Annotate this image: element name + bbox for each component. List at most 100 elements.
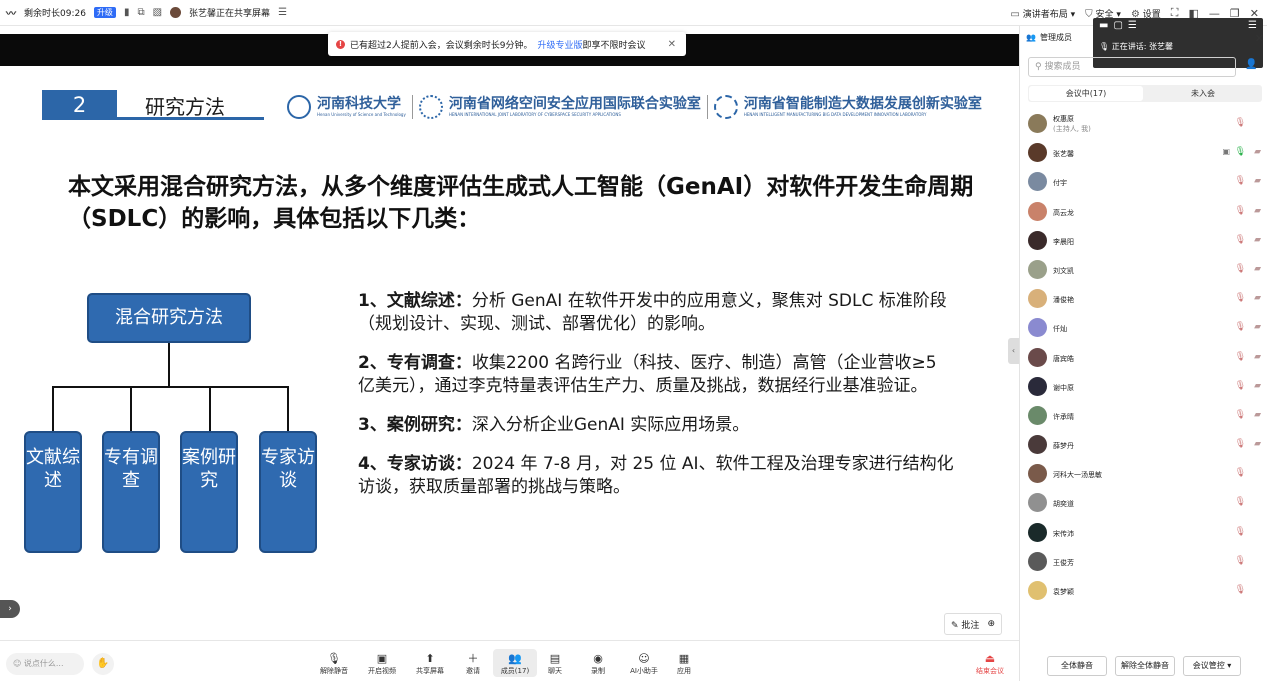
member-row[interactable]: 潘俊艳 🎙 ▰ xyxy=(1020,285,1267,314)
mic-off-icon[interactable]: 🎙 xyxy=(1235,176,1246,186)
mic-off-icon[interactable]: 🎙 xyxy=(1235,381,1246,391)
logo-bigdata-lab: 河南省智能制造大数据发展创新实验室 HENAN INTELLIGENT MANU… xyxy=(744,96,982,117)
close-panel-icon[interactable]: ✕ xyxy=(1255,32,1264,45)
hide-toolbar-icon[interactable]: ▧ xyxy=(153,7,162,18)
member-name: 权惠原 (主持人, 我) xyxy=(1053,114,1091,134)
mic-off-icon[interactable]: 🎙 xyxy=(1235,410,1246,420)
more-icon[interactable]: ☰ xyxy=(1248,20,1257,31)
member-row[interactable]: 刘文凯 🎙 ▰ xyxy=(1020,256,1267,285)
apps-button[interactable]: ▦ 应用 xyxy=(662,652,706,676)
member-row[interactable]: 胡奕道 🎙 xyxy=(1020,489,1267,518)
signal-icon[interactable]: ▮ xyxy=(124,7,130,18)
video-off-icon[interactable]: ▰ xyxy=(1254,293,1261,303)
video-off-icon[interactable]: ▰ xyxy=(1254,322,1261,332)
video-off-icon[interactable]: ▰ xyxy=(1254,206,1261,216)
method-item: 1、文献综述：分析 GenAI 在软件开发中的应用意义，聚焦对 SDLC 标准阶… xyxy=(358,290,958,336)
member-name-text: 潘俊艳 xyxy=(1053,296,1074,305)
video-off-icon[interactable]: ▰ xyxy=(1254,235,1261,245)
member-row[interactable]: 付宇 🎙 ▰ xyxy=(1020,168,1267,197)
member-row[interactable]: 李晨阳 🎙 ▰ xyxy=(1020,227,1267,256)
mic-off-icon[interactable]: 🎙 xyxy=(1235,556,1246,566)
video-off-icon[interactable]: ▰ xyxy=(1254,410,1261,420)
share-screen-button[interactable]: ⬆ 共享屏幕 xyxy=(408,652,452,676)
member-row[interactable]: 唐宾皓 🎙 ▰ xyxy=(1020,344,1267,373)
member-row[interactable]: 薛梦丹 🎙 ▰ xyxy=(1020,431,1267,460)
popout-icon[interactable]: ⧉ xyxy=(137,7,144,18)
member-row[interactable]: 仟灿 🎙 ▰ xyxy=(1020,314,1267,343)
mic-off-icon[interactable]: 🎙 xyxy=(1235,439,1246,449)
mic-on-icon[interactable]: 🎙 xyxy=(1235,147,1246,157)
upgrade-button[interactable]: 升级 xyxy=(93,7,116,18)
video-off-icon[interactable]: ▰ xyxy=(1254,439,1261,449)
member-search-input[interactable]: ⚲ 搜索成员 xyxy=(1028,57,1236,77)
mic-off-icon[interactable]: 🎙 xyxy=(1235,322,1246,332)
menu-icon[interactable]: ☰ xyxy=(278,7,287,18)
member-row[interactable]: 宋传沛 🎙 xyxy=(1020,519,1267,548)
zoom-icon[interactable]: ⊕ xyxy=(987,619,995,629)
member-row[interactable]: 河科大一汤思敏 🎙 xyxy=(1020,460,1267,489)
unmute-button[interactable]: 🎙 解除静音 xyxy=(312,652,356,676)
video-off-icon[interactable]: ▰ xyxy=(1254,352,1261,362)
avatar xyxy=(1028,114,1047,133)
mic-off-icon[interactable]: 🎙 xyxy=(1235,468,1246,478)
member-name: 许承晴 xyxy=(1053,412,1074,422)
apps-icon: ▦ xyxy=(678,652,690,665)
member-row[interactable]: 谢中原 🎙 ▰ xyxy=(1020,373,1267,402)
tab-in-meeting[interactable]: 会议中(17) xyxy=(1029,86,1143,101)
collapse-panel-handle[interactable]: ‹ xyxy=(1008,338,1019,364)
layout-menu[interactable]: ▭ 演讲者布局 ▾ xyxy=(1010,7,1075,20)
close-icon[interactable]: ✕ xyxy=(668,39,676,50)
share-screen-icon: ⬆ xyxy=(425,652,435,665)
unmute-label: 解除静音 xyxy=(320,667,348,675)
panel-title-text: 管理成员 xyxy=(1039,33,1072,42)
end-meeting-button[interactable]: ⏏ 结束会议 xyxy=(968,652,1012,676)
members-icon: 👥 xyxy=(1026,33,1036,42)
member-name-text: 宋传沛 xyxy=(1053,529,1074,538)
member-row[interactable]: 权惠原 (主持人, 我) 🎙 xyxy=(1020,110,1267,139)
mic-off-icon[interactable]: 🎙 xyxy=(1235,585,1246,595)
video-off-icon[interactable]: ▰ xyxy=(1254,176,1261,186)
mic-off-icon[interactable]: 🎙 xyxy=(1235,264,1246,274)
mic-off-icon[interactable]: 🎙 xyxy=(1235,352,1246,362)
start-video-button[interactable]: ▣ 开启视频 xyxy=(360,652,404,676)
video-off-icon[interactable]: ▰ xyxy=(1254,147,1261,157)
upgrade-link[interactable]: 升级专业版 xyxy=(537,41,582,51)
annotate-button[interactable]: ✎ 批注 xyxy=(951,618,979,631)
mic-off-icon[interactable]: 🎙 xyxy=(1235,527,1246,537)
members-button[interactable]: 👥 成员(17) xyxy=(493,649,537,677)
video-off-icon: ▣ xyxy=(376,652,388,665)
unmute-all-button[interactable]: 解除全体静音 xyxy=(1115,656,1175,676)
layout-label: 演讲者布局 xyxy=(1022,9,1068,20)
mic-off-icon[interactable]: 🎙 xyxy=(1235,293,1246,303)
record-button[interactable]: ◉ 录制 xyxy=(576,652,620,676)
member-row[interactable]: 王俊芳 🎙 xyxy=(1020,548,1267,577)
mic-off-icon[interactable]: 🎙 xyxy=(1235,118,1246,128)
member-name: 王俊芳 xyxy=(1053,558,1074,568)
member-row[interactable]: 张艺馨 ▣ 🎙 ▰ xyxy=(1020,139,1267,168)
mute-all-button[interactable]: 全体静音 xyxy=(1047,656,1107,676)
meeting-controls-button[interactable]: 会议管控 ▾ xyxy=(1183,656,1241,676)
screen-share-icon: ▣ xyxy=(1222,147,1230,157)
member-row[interactable]: 许承晴 🎙 ▰ xyxy=(1020,402,1267,431)
exit-icon: ⏏ xyxy=(984,652,996,665)
quick-chat-input[interactable]: ☺ 说点什么... xyxy=(6,653,84,675)
mic-off-icon[interactable]: 🎙 xyxy=(1235,235,1246,245)
member-row[interactable]: 袁梦颖 🎙 xyxy=(1020,577,1267,606)
tab-not-joined[interactable]: 未入会 xyxy=(1146,86,1260,101)
chat-button[interactable]: ▤ 聊天 xyxy=(533,652,577,676)
diagram-connector xyxy=(168,343,170,387)
logo-divider xyxy=(706,95,708,119)
expand-left-handle[interactable]: › xyxy=(0,600,20,618)
invite-button[interactable]: ＋ 邀请 xyxy=(451,652,495,676)
diagram-connector xyxy=(209,386,211,431)
ai-assistant-button[interactable]: ☺ AI小助手 xyxy=(622,652,666,676)
video-off-icon[interactable]: ▰ xyxy=(1254,264,1261,274)
mic-off-icon[interactable]: 🎙 xyxy=(1235,497,1246,507)
video-off-icon[interactable]: ▰ xyxy=(1254,381,1261,391)
view-switch-icon[interactable]: ▬▢☰ xyxy=(1099,20,1142,31)
add-member-icon[interactable]: 👤 xyxy=(1245,59,1257,70)
logo-cyber-lab: 河南省网络空间安全应用国际联合实验室 HENAN INTERNATIONAL J… xyxy=(449,96,701,117)
member-row[interactable]: 高云龙 🎙 ▰ xyxy=(1020,198,1267,227)
raise-hand-icon[interactable]: ✋ xyxy=(92,653,114,675)
mic-off-icon[interactable]: 🎙 xyxy=(1235,206,1246,216)
